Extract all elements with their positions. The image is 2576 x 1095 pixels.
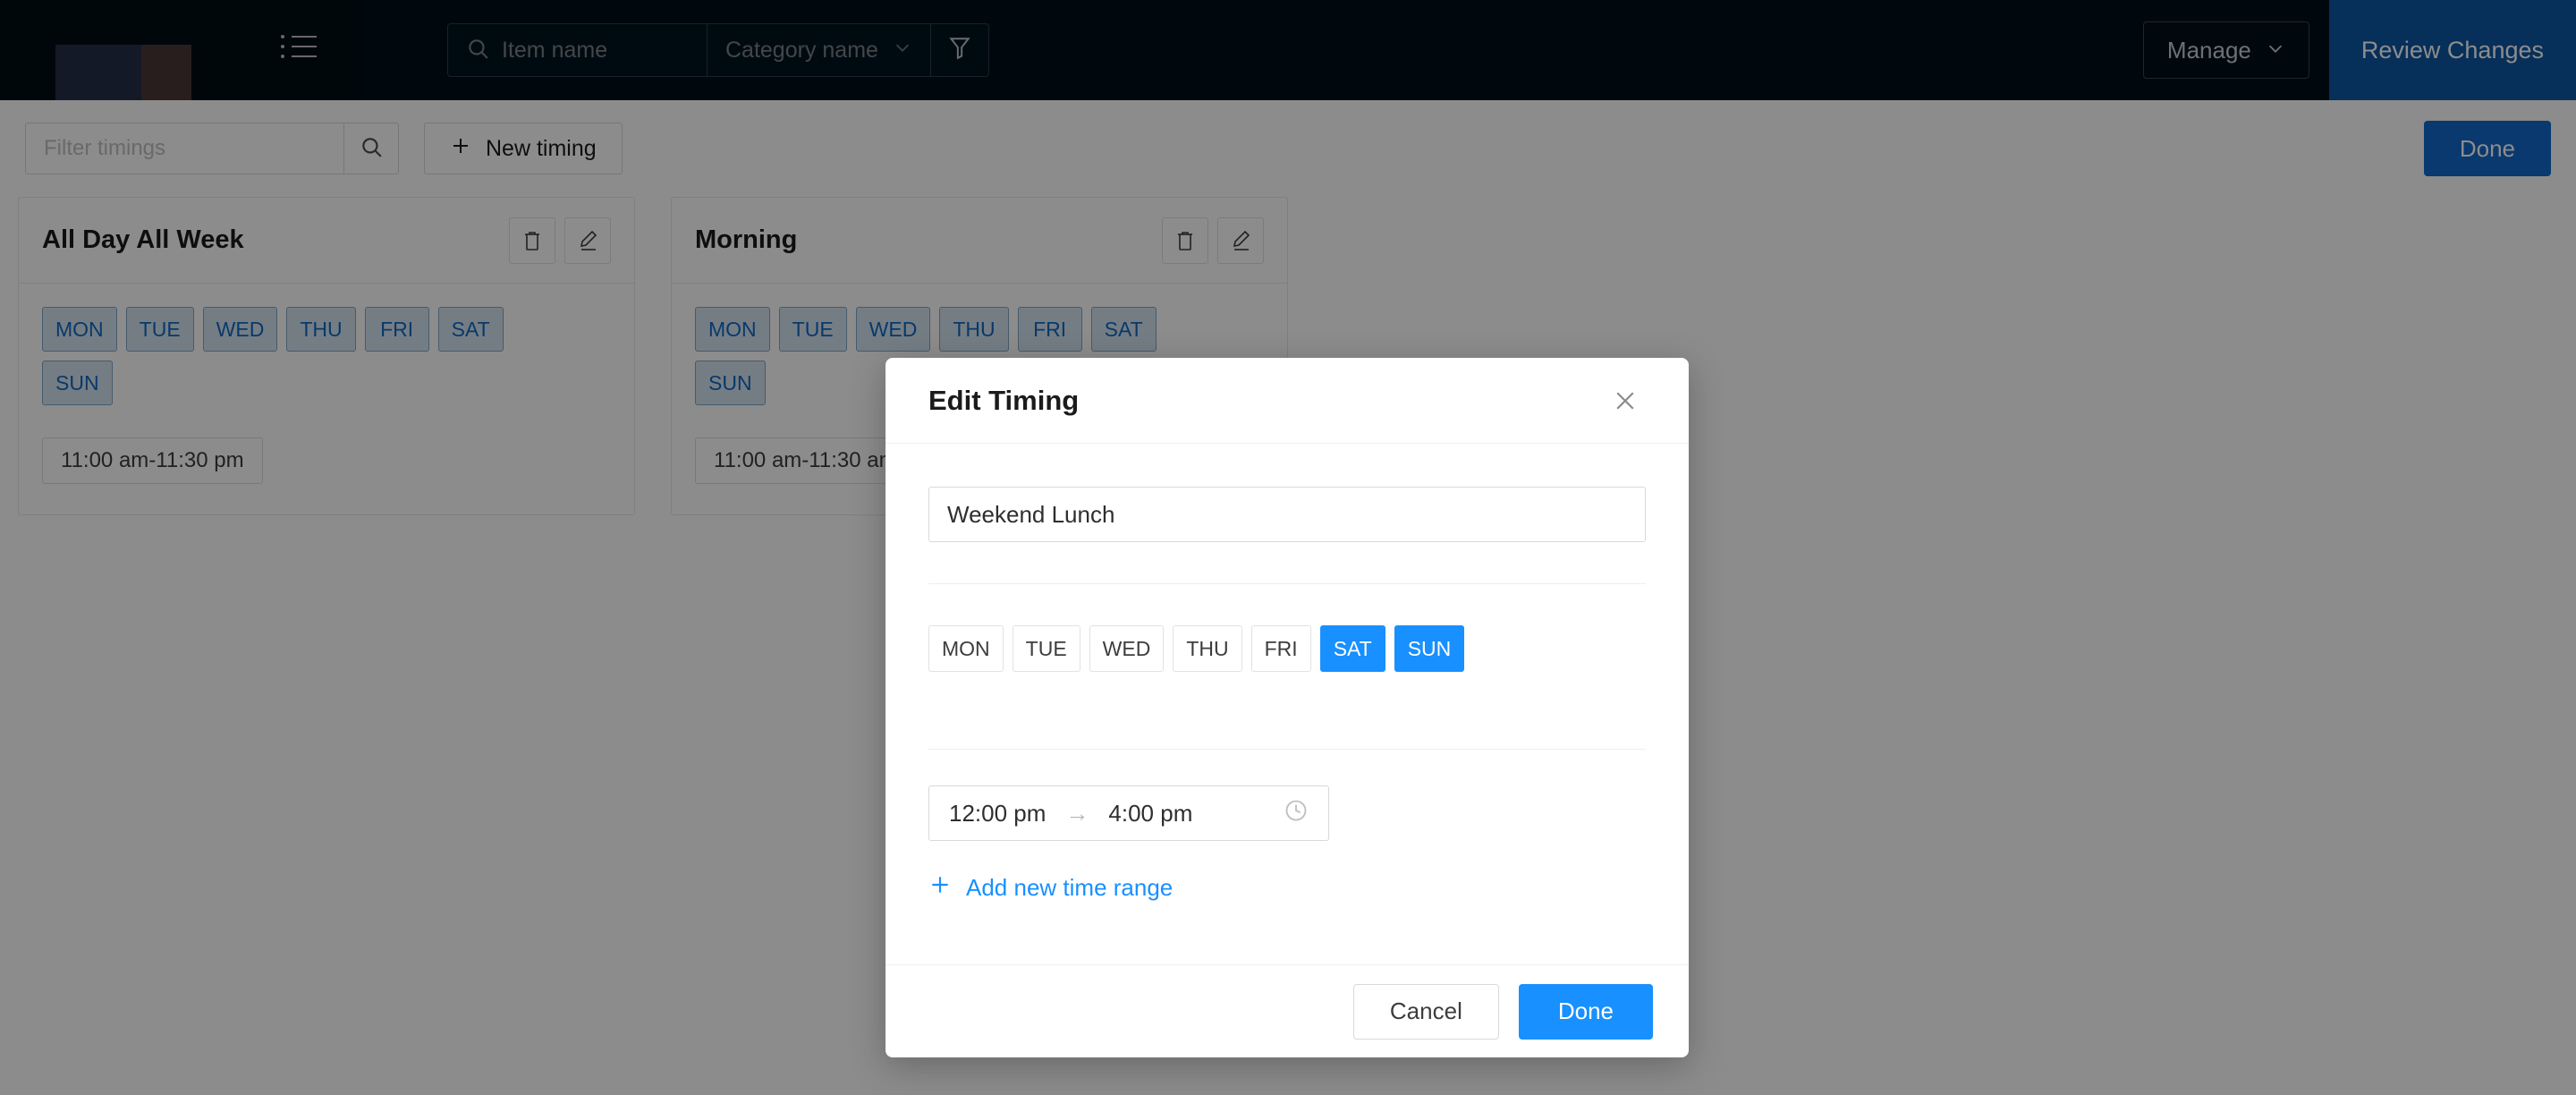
- dialog-header: Edit Timing: [886, 358, 1689, 444]
- day-toggle-tue[interactable]: TUE: [1012, 625, 1080, 672]
- time-range-input[interactable]: 12:00 pm → 4:00 pm: [928, 785, 1329, 841]
- day-toggle-mon[interactable]: MON: [928, 625, 1004, 672]
- time-range-arrow-icon: →: [1065, 799, 1089, 827]
- day-picker: MON TUE WED THU FRI SAT SUN: [928, 625, 1646, 672]
- dialog-title: Edit Timing: [928, 384, 1080, 416]
- time-range-end[interactable]: 4:00 pm: [1108, 800, 1192, 828]
- plus-icon: [928, 873, 952, 903]
- day-toggle-fri[interactable]: FRI: [1250, 625, 1311, 672]
- add-new-time-range-label: Add new time range: [966, 874, 1174, 901]
- edit-timing-dialog: Edit Timing Weekend Lunch MON TUE WED TH…: [886, 358, 1689, 1057]
- timing-name-input[interactable]: Weekend Lunch: [928, 487, 1646, 542]
- divider: [928, 583, 1646, 584]
- timing-name-value: Weekend Lunch: [947, 500, 1115, 528]
- time-range-start[interactable]: 12:00 pm: [949, 800, 1046, 828]
- screen-root: Item name Category name Manage Review Ch…: [0, 0, 2576, 1095]
- dialog-done-button[interactable]: Done: [1518, 983, 1653, 1040]
- day-toggle-sun[interactable]: SUN: [1394, 625, 1465, 672]
- day-picker-section: MON TUE WED THU FRI SAT SUN: [928, 542, 1646, 713]
- clock-icon: [1284, 798, 1309, 829]
- day-toggle-sat[interactable]: SAT: [1319, 625, 1385, 672]
- close-icon[interactable]: [1605, 380, 1646, 421]
- day-toggle-wed[interactable]: WED: [1089, 625, 1165, 672]
- dialog-footer: Cancel Done: [886, 964, 1689, 1057]
- divider: [928, 749, 1646, 750]
- add-new-time-range-button[interactable]: Add new time range: [928, 868, 1173, 908]
- cancel-button[interactable]: Cancel: [1352, 983, 1499, 1040]
- day-toggle-thu[interactable]: THU: [1173, 625, 1242, 672]
- dialog-body: Weekend Lunch MON TUE WED THU FRI SAT SU…: [886, 444, 1689, 964]
- time-range-section: 12:00 pm → 4:00 pm Add new time range: [928, 713, 1646, 908]
